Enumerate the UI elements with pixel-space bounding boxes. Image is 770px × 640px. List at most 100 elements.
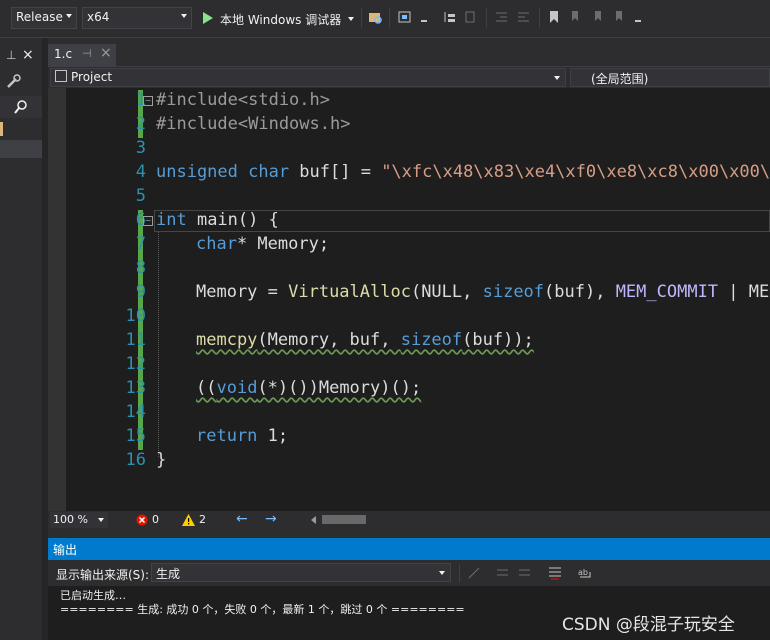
output-source-value: 生成 <box>156 567 181 581</box>
chevron-down-icon <box>98 518 104 522</box>
scope-dropdown[interactable]: (全局范围) <box>570 68 770 87</box>
folder-search-icon[interactable] <box>368 10 382 24</box>
fold-toggle[interactable]: − <box>143 216 153 226</box>
config-label: Release <box>16 10 63 24</box>
pin-icon[interactable]: ⊣ <box>82 47 92 60</box>
glyph-margin <box>48 88 66 511</box>
error-count: 0 <box>152 513 159 526</box>
next-bookmark-icon[interactable] <box>591 10 605 24</box>
error-icon[interactable] <box>136 514 148 526</box>
platform-label: x64 <box>87 10 110 24</box>
chevron-down-icon[interactable] <box>348 17 354 21</box>
fold-toggle[interactable]: − <box>143 96 153 106</box>
code-line-7: char* Memory; <box>196 234 330 254</box>
side-panel: ⊥ × <box>0 38 42 640</box>
line-number: 15 <box>125 426 146 446</box>
code-line-9: Memory = VirtualAlloc(NULL, sizeof(buf),… <box>196 282 770 302</box>
output-toolbar: 显示输出来源(S): 生成 ab <box>48 560 770 586</box>
close-icon[interactable]: × <box>22 47 34 63</box>
clear-all-icon[interactable] <box>548 566 562 580</box>
code-line-11: memcpy(Memory, buf, sizeof(buf)); <box>196 330 534 350</box>
overflow-icon[interactable] <box>418 10 432 24</box>
code-editor[interactable]: 1 2 3 4 5 6 7 8 9 10 11 12 13 14 15 16 −… <box>48 88 770 511</box>
line-number: 10 <box>125 306 146 326</box>
platform-dropdown[interactable]: x64 <box>82 7 192 29</box>
arrow-left-icon[interactable]: ← <box>236 511 248 527</box>
code-line-6: int main() { <box>156 210 279 230</box>
close-icon[interactable]: × <box>100 45 112 61</box>
code-line-16: } <box>156 450 167 470</box>
line-number: 4 <box>135 162 146 182</box>
output-panel-header[interactable]: 输出 <box>48 538 770 560</box>
output-source-label: 显示输出来源(S): <box>56 568 150 582</box>
arrow-right-icon[interactable]: → <box>265 511 277 527</box>
line-number: 14 <box>125 402 146 422</box>
goto-error-icon[interactable] <box>467 566 481 580</box>
play-icon <box>203 12 213 24</box>
chevron-down-icon <box>554 76 560 80</box>
tab-label: 1.c <box>54 47 73 61</box>
start-debugger-button[interactable]: 本地 Windows 调试器 <box>200 8 358 28</box>
pin-icon[interactable]: ⊥ <box>6 48 16 62</box>
toolbar: Release x64 本地 Windows 调试器 <box>0 0 770 38</box>
copy-icon[interactable] <box>464 10 478 24</box>
svg-text:ab: ab <box>578 568 588 577</box>
output-source-dropdown[interactable]: 生成 <box>151 563 451 582</box>
line-number: 8 <box>135 258 146 278</box>
output-line: ======== 生成: 成功 0 个，失败 0 个，最新 1 个，跳过 0 个… <box>60 603 465 616</box>
warning-count: 2 <box>199 513 206 526</box>
wrench-icon[interactable] <box>5 74 21 90</box>
line-number: 3 <box>135 138 146 158</box>
line-number: 5 <box>135 186 146 206</box>
line-number: 7 <box>135 234 146 254</box>
editor-status-row: 100 % 0 2 ← → <box>48 511 770 529</box>
code-line-15: return 1; <box>196 426 289 446</box>
next-message-icon[interactable] <box>518 566 532 580</box>
window-icon[interactable] <box>398 10 412 24</box>
bookmark-icon[interactable] <box>547 10 561 24</box>
toolbar-overflow-icon[interactable] <box>632 10 646 24</box>
warning-icon[interactable] <box>182 514 195 526</box>
run-label: 本地 Windows 调试器 <box>220 13 342 27</box>
scope-label: (全局范围) <box>591 72 649 86</box>
line-number: 6 <box>135 210 146 230</box>
prev-message-icon[interactable] <box>496 566 510 580</box>
indent-guide <box>158 232 160 457</box>
project-label: Project <box>71 70 113 84</box>
solution-config-dropdown[interactable]: Release <box>11 7 77 29</box>
code-line-1: #include<stdio.h> <box>156 90 330 110</box>
code-line-13: ((void(*)())Memory)(); <box>196 378 422 398</box>
prev-bookmark-icon[interactable] <box>569 10 583 24</box>
document-tabs <box>48 44 770 68</box>
line-number: 12 <box>125 354 146 374</box>
word-wrap-icon[interactable]: ab <box>578 566 594 580</box>
line-number: 11 <box>125 330 146 350</box>
project-dropdown[interactable]: Project <box>50 68 566 87</box>
selected-node[interactable] <box>0 140 42 158</box>
project-icon <box>55 70 67 82</box>
step-icon[interactable] <box>443 10 457 24</box>
line-number: 2 <box>135 114 146 134</box>
code-line-4: unsigned char buf[] = "\xfc\x48\x83\xe4\… <box>156 162 770 182</box>
line-number: 16 <box>125 450 146 470</box>
output-text[interactable]: 已启动生成… ======== 生成: 成功 0 个，失败 0 个，最新 1 个… <box>48 586 770 640</box>
navigation-bar: Project (全局范围) <box>48 67 770 88</box>
indent-icon[interactable] <box>517 10 531 24</box>
search-box[interactable] <box>0 96 42 118</box>
output-title: 输出 <box>53 543 78 557</box>
tree-node-marker <box>0 122 3 136</box>
code-line-2: #include<Windows.h> <box>156 114 351 134</box>
zoom-dropdown[interactable]: 100 % <box>50 512 108 528</box>
zoom-label: 100 % <box>53 513 88 526</box>
horizontal-scrollbar-thumb[interactable] <box>322 515 366 524</box>
watermark: CSDN @段混子玩安全 <box>562 615 735 635</box>
tab-1c[interactable]: 1.c ⊣ × <box>48 44 116 66</box>
scroll-left-icon[interactable] <box>311 516 316 524</box>
line-number: 9 <box>135 282 146 302</box>
line-number: 13 <box>125 378 146 398</box>
chevron-down-icon <box>439 571 445 575</box>
clear-bookmark-icon[interactable] <box>612 10 626 24</box>
outdent-icon[interactable] <box>495 10 509 24</box>
search-icon <box>14 100 27 114</box>
line-number: 1 <box>135 90 146 110</box>
